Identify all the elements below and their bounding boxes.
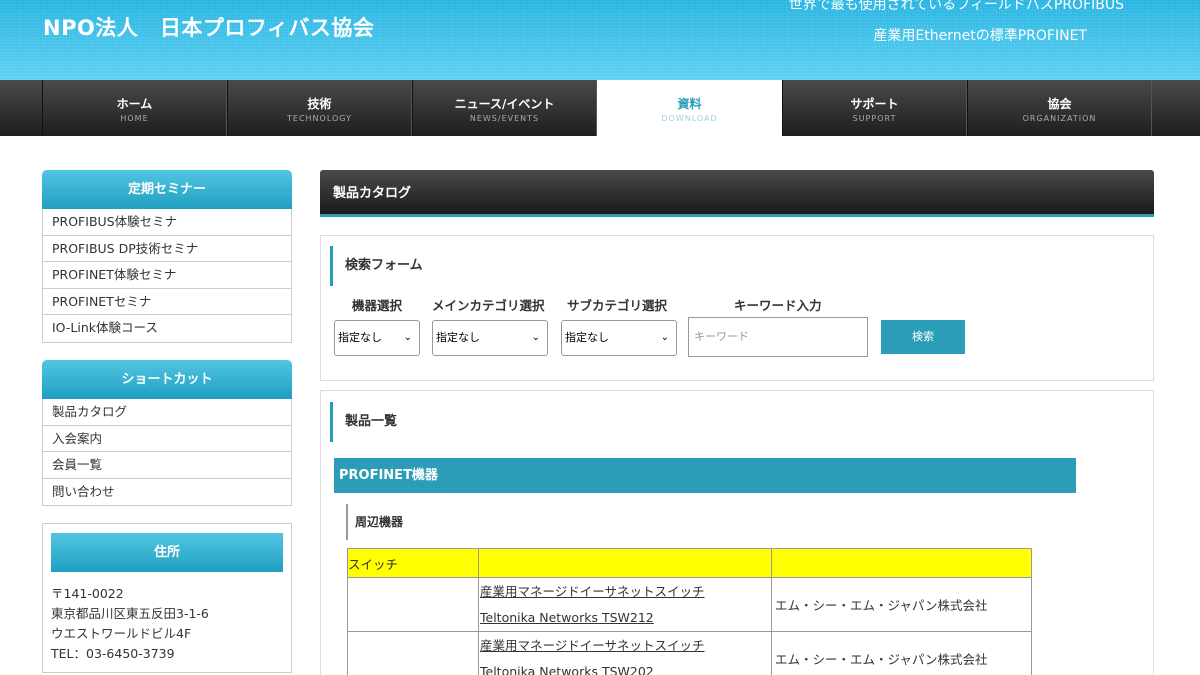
nav-label: 資料 (677, 97, 702, 111)
nav-sublabel: ORGANIZATION (1022, 114, 1097, 123)
address-text: 〒141-0022 東京都品川区東五反田3-1-6 ウエストワールドビル4F T… (51, 584, 283, 664)
nav-item-download[interactable]: 資料 DOWNLOAD (597, 80, 782, 136)
address-heading: 住所 (51, 533, 283, 572)
main-category-label: メインカテゴリ選択 (432, 298, 545, 313)
maker-name: エム・シー・エム・ジャパン株式会社 (771, 577, 1032, 632)
shortcut-link[interactable]: 会員一覧 (43, 452, 291, 479)
tagline-profinet: 産業用Ethernetの標準PROFINET (873, 28, 1087, 44)
sub-category-label: サブカテゴリ選択 (567, 298, 668, 313)
table-row: 産業用マネージドイーサネットスイッチ Teltonika Networks TS… (347, 631, 1032, 675)
shortcut-link[interactable]: 製品カタログ (43, 399, 291, 426)
page-title: 製品カタログ (320, 170, 1154, 217)
device-label: 機器選択 (352, 298, 403, 313)
nav-item-organization[interactable]: 協会 ORGANIZATION (967, 80, 1152, 136)
nav-sublabel: SUPPORT (852, 114, 897, 123)
product-table: スイッチ 産業用マネージドイーサネットスイッチ Teltonika Networ… (347, 548, 1032, 675)
site-header: NPO法人 日本プロフィバス協会 世界で最も使用されているフィールドバスPROF… (0, 0, 1200, 80)
postal-code: 〒141-0022 (51, 586, 124, 601)
product-model-link[interactable]: Teltonika Networks TSW212 (479, 605, 771, 631)
chevron-down-icon: ⌄ (660, 332, 669, 343)
shortcut-heading: ショートカット (42, 360, 292, 399)
nav-sublabel: DOWNLOAD (661, 114, 718, 123)
table-cell (347, 577, 479, 632)
tagline-profibus: 世界で最も使用されているフィールドバスPROFIBUS (788, 0, 1124, 13)
product-name-link[interactable]: 産業用マネージドイーサネットスイッチ (479, 633, 771, 659)
table-header-cell (478, 548, 772, 578)
nav-item-news-events[interactable]: ニュース/イベント NEWS/EVENTS (412, 80, 597, 136)
seminar-link[interactable]: PROFIBUS体験セミナ (43, 209, 291, 236)
nav-label: 協会 (1047, 97, 1072, 111)
product-list-panel: 製品一覧 PROFINET機器 周辺機器 スイッチ 産業用マネージドイーサネット… (320, 390, 1154, 675)
maker-name: エム・シー・エム・ジャパン株式会社 (771, 631, 1032, 675)
seminar-link[interactable]: PROFINET体験セミナ (43, 262, 291, 289)
search-button[interactable]: 検索 (881, 320, 965, 354)
device-select[interactable]: 指定なし ⌄ (334, 320, 420, 356)
phone-number: TEL：03-6450-3739 (51, 646, 175, 661)
seminar-link[interactable]: PROFIBUS DP技術セミナ (43, 236, 291, 262)
address-line: 東京都品川区東五反田3-1-6 (51, 606, 209, 621)
nav-sublabel: NEWS/EVENTS (469, 114, 540, 123)
product-link[interactable]: 産業用マネージドイーサネットスイッチ Teltonika Networks TS… (478, 577, 772, 632)
shortcut-link[interactable]: 入会案内 (43, 426, 291, 452)
search-form: 検索フォーム 機器選択 メインカテゴリ選択 サブカテゴリ選択 キーワード入力 指… (320, 235, 1154, 381)
search-form-title: 検索フォーム (330, 246, 423, 286)
keyword-label: キーワード入力 (734, 298, 822, 313)
building-name: ウエストワールドビル4F (51, 626, 192, 641)
nav-item-home[interactable]: ホーム HOME (42, 80, 227, 136)
sub-category-select[interactable]: 指定なし ⌄ (561, 320, 677, 356)
shortcut-list: 製品カタログ 入会案内 会員一覧 問い合わせ (42, 399, 292, 506)
global-nav: ホーム HOME 技術 TECHNOLOGY ニュース/イベント NEWS/EV… (0, 80, 1200, 136)
seminar-box: 定期セミナー PROFIBUS体験セミナ PROFIBUS DP技術セミナ PR… (42, 170, 292, 343)
table-header-row: スイッチ (347, 548, 1032, 578)
nav-label: ホーム (116, 97, 153, 111)
nav-label: ニュース/イベント (454, 97, 555, 111)
category-heading: PROFINET機器 (334, 458, 1076, 493)
seminar-link[interactable]: IO-Link体験コース (43, 315, 291, 342)
subcategory-heading: 周辺機器 (346, 504, 403, 540)
nav-sublabel: TECHNOLOGY (287, 114, 352, 123)
site-title[interactable]: NPO法人 日本プロフィバス協会 (43, 12, 374, 42)
table-cell (347, 631, 479, 675)
device-select-value: 指定なし (338, 331, 382, 344)
product-list-title: 製品一覧 (330, 402, 397, 442)
seminar-heading: 定期セミナー (42, 170, 292, 209)
chevron-down-icon: ⌄ (403, 332, 412, 343)
nav-sublabel: HOME (120, 114, 149, 123)
product-name-link[interactable]: 産業用マネージドイーサネットスイッチ (479, 579, 771, 605)
shortcut-box: ショートカット 製品カタログ 入会案内 会員一覧 問い合わせ (42, 360, 292, 506)
nav-item-support[interactable]: サポート SUPPORT (782, 80, 967, 136)
product-link[interactable]: 産業用マネージドイーサネットスイッチ Teltonika Networks TS… (478, 631, 772, 675)
product-model-link[interactable]: Teltonika Networks TSW202 (479, 659, 771, 675)
chevron-down-icon: ⌄ (531, 332, 540, 343)
main-category-select-value: 指定なし (436, 331, 480, 344)
table-header-cell (771, 548, 1032, 578)
seminar-link[interactable]: PROFINETセミナ (43, 289, 291, 315)
sub-category-select-value: 指定なし (565, 331, 609, 344)
nav-label: 技術 (307, 97, 332, 111)
seminar-list: PROFIBUS体験セミナ PROFIBUS DP技術セミナ PROFINET体… (42, 209, 292, 343)
table-header-cell: スイッチ (347, 548, 479, 578)
nav-item-technology[interactable]: 技術 TECHNOLOGY (227, 80, 412, 136)
address-box: 住所 〒141-0022 東京都品川区東五反田3-1-6 ウエストワールドビル4… (42, 523, 292, 673)
nav-label: サポート (850, 97, 899, 111)
table-row: 産業用マネージドイーサネットスイッチ Teltonika Networks TS… (347, 577, 1032, 632)
main-category-select[interactable]: 指定なし ⌄ (432, 320, 548, 356)
shortcut-link[interactable]: 問い合わせ (43, 479, 291, 506)
keyword-input[interactable]: キーワード (688, 317, 868, 357)
